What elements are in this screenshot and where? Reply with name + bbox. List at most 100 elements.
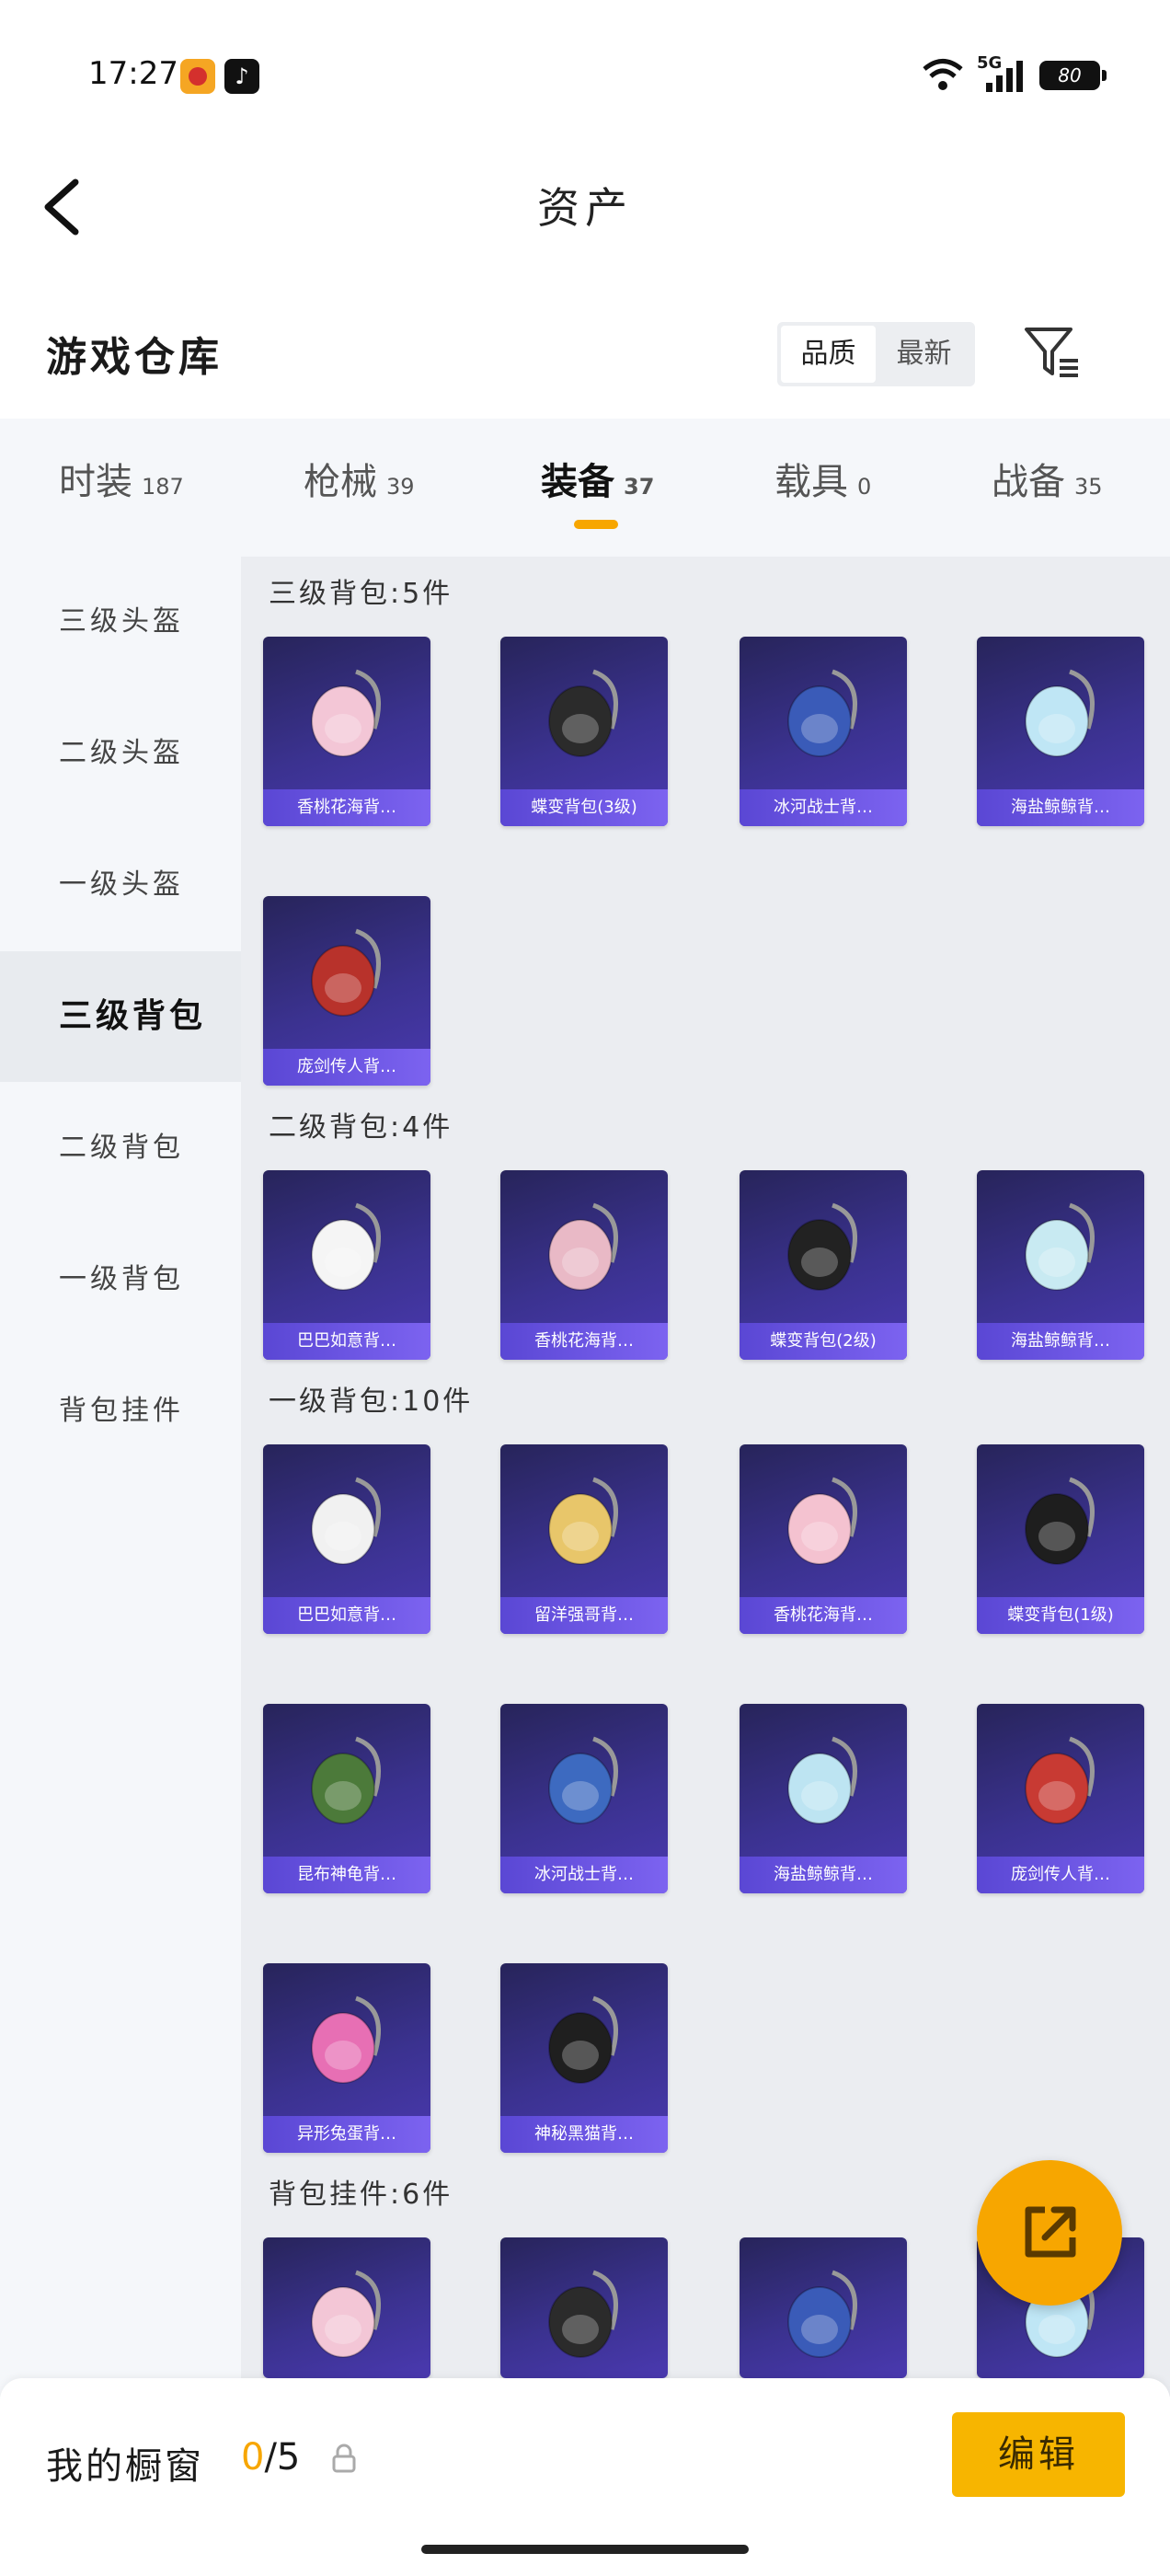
item-card[interactable]: 异形兔蛋背… [263,1963,430,2153]
backpack-image [1015,1731,1107,1833]
tab-equipment[interactable]: 装备 37 [541,452,654,505]
status-time: 17:27 [88,55,178,92]
signal-icon [986,61,1023,92]
item-card[interactable]: 巴巴如意背… [263,1170,430,1360]
backpack-image [538,1731,630,1833]
item-card[interactable]: 蝶变背包(3级) [500,637,668,826]
backpack-image [777,1472,869,1573]
item-card[interactable]: 冰河战士背… [500,1704,668,1893]
sort-toggle: 品质 最新 [777,322,975,386]
tab-guns[interactable]: 枪械 39 [304,452,415,505]
section-title: 二级背包:4件 [269,1111,453,1144]
item-card-label: 蝶变背包(3级) [500,789,668,826]
tab-supplies[interactable]: 战备 35 [992,452,1103,505]
item-card[interactable]: 香桃花海背… [263,637,430,826]
item-card-label: 冰河战士背… [740,789,907,826]
edit-button[interactable]: 编辑 [952,2412,1125,2497]
item-card[interactable] [263,2237,430,2378]
sidebar: 三级头盔 二级头盔 一级头盔 三级背包 二级背包 一级背包 背包挂件 [0,557,241,2397]
item-card[interactable]: 蝶变背包(1级) [977,1444,1144,1634]
backpack-image [538,1991,630,2092]
backpack-image [538,1472,630,1573]
sort-quality-button[interactable]: 品质 [781,326,876,383]
share-icon [1025,2206,1076,2258]
section-title: 一级背包:10件 [269,1386,474,1418]
sidebar-item-backpack-1[interactable]: 一级背包 [0,1214,241,1345]
tab-vehicles[interactable]: 载具 0 [774,452,871,505]
warehouse-title: 游戏仓库 [46,334,223,381]
backpack-image [301,924,393,1025]
sidebar-item-helmet-1[interactable]: 一级头盔 [0,820,241,950]
item-card-label: 巴巴如意背… [263,1597,430,1634]
item-card[interactable]: 巴巴如意背… [263,1444,430,1634]
item-card-label: 神秘黑猫背… [500,2116,668,2153]
item-card-label: 海盐鲸鲸背… [740,1857,907,1893]
item-card-label: 香桃花海背… [500,1323,668,1360]
item-card-label: 昆布神龟背… [263,1857,430,1893]
backpack-image [538,664,630,765]
backpack-image [777,1198,869,1299]
backpack-image [538,2265,630,2366]
item-card[interactable]: 海盐鲸鲸背… [977,1170,1144,1360]
lock-icon [332,2444,356,2473]
section-title: 三级背包:5件 [269,578,453,610]
sidebar-item-backpack-3[interactable]: 三级背包 [0,951,241,1082]
tab-fashion[interactable]: 时装 187 [59,452,184,505]
item-card[interactable] [500,2237,668,2378]
page-title: 资产 [537,183,633,233]
item-card[interactable]: 香桃花海背… [500,1170,668,1360]
item-card-label: 冰河战士背… [500,1857,668,1893]
backpack-image [301,1731,393,1833]
item-card-label: 海盐鲸鲸背… [977,789,1144,826]
item-card-label: 庞剑传人背… [263,1049,430,1086]
item-card[interactable]: 庞剑传人背… [977,1704,1144,1893]
item-card[interactable]: 冰河战士背… [740,637,907,826]
battery-icon: 80 [1039,61,1107,90]
backpack-image [301,1991,393,2092]
item-card-label: 香桃花海背… [263,789,430,826]
active-tab-indicator [574,520,618,529]
item-card-label: 留洋强哥背… [500,1597,668,1634]
item-card[interactable]: 海盐鲸鲸背… [977,637,1144,826]
item-card[interactable] [740,2237,907,2378]
category-tabs: 时装 187 枪械 39 装备 37 载具 0 战备 35 [0,419,1170,557]
backpack-image [301,1472,393,1573]
backpack-image [777,664,869,765]
item-card-label: 海盐鲸鲸背… [977,1323,1144,1360]
item-card-label: 香桃花海背… [740,1597,907,1634]
backpack-image [777,1731,869,1833]
item-card[interactable]: 庞剑传人背… [263,896,430,1086]
item-card[interactable]: 留洋强哥背… [500,1444,668,1634]
backpack-image [301,2265,393,2366]
share-button[interactable] [977,2160,1122,2306]
wifi-icon [923,59,963,90]
section-title: 背包挂件:6件 [269,2179,453,2211]
item-card-label: 巴巴如意背… [263,1323,430,1360]
backpack-image [1015,1198,1107,1299]
item-card-label: 庞剑传人背… [977,1857,1144,1893]
item-card-label: 蝶变背包(2级) [740,1323,907,1360]
tiktok-app-icon: ♪ [224,59,259,94]
sidebar-item-helmet-3[interactable]: 三级头盔 [0,557,241,687]
backpack-image [1015,1472,1107,1573]
filter-icon[interactable] [1023,324,1082,381]
sidebar-item-helmet-2[interactable]: 二级头盔 [0,688,241,819]
item-card[interactable]: 香桃花海背… [740,1444,907,1634]
backpack-image [777,2265,869,2366]
item-card[interactable]: 海盐鲸鲸背… [740,1704,907,1893]
backpack-image [301,664,393,765]
weibo-app-icon [180,59,215,94]
showcase-count: 0/5 [241,2436,301,2478]
item-card-label: 异形兔蛋背… [263,2116,430,2153]
showcase-label: 我的橱窗 [46,2445,204,2488]
home-indicator [421,2545,749,2554]
sidebar-item-backpack-2[interactable]: 二级背包 [0,1083,241,1213]
item-card[interactable]: 蝶变背包(2级) [740,1170,907,1360]
backpack-image [1015,664,1107,765]
item-card[interactable]: 昆布神龟背… [263,1704,430,1893]
sort-newest-button[interactable]: 最新 [877,326,971,383]
item-card-label: 蝶变背包(1级) [977,1597,1144,1634]
item-card[interactable]: 神秘黑猫背… [500,1963,668,2153]
backpack-image [538,1198,630,1299]
sidebar-item-backpack-charm[interactable]: 背包挂件 [0,1346,241,1477]
